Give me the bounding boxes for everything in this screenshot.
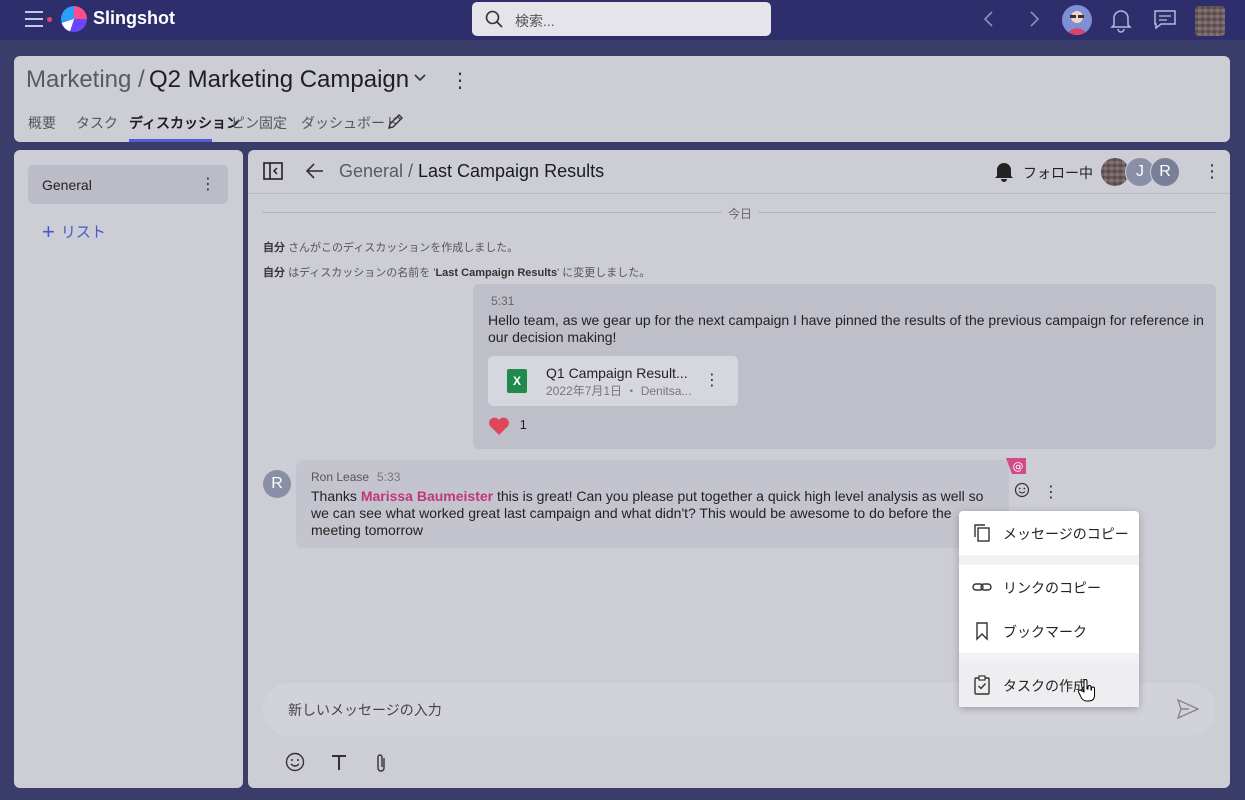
message-more-icon[interactable]: ⋮	[1043, 482, 1059, 502]
menu-item-label: タスクの作成	[1003, 678, 1087, 694]
menu-item-bookmark[interactable]: ブックマーク	[959, 609, 1139, 653]
menu-item-copy-message[interactable]: メッセージのコピー	[959, 511, 1139, 555]
collapse-sidebar-icon[interactable]	[263, 162, 283, 180]
participant-avatar-r[interactable]: R	[1150, 157, 1180, 187]
add-reaction-icon[interactable]	[1014, 482, 1030, 498]
discussion-sidebar: General ⋮ + リスト	[14, 150, 243, 788]
search-icon	[485, 10, 503, 28]
task-icon	[974, 675, 990, 695]
attachment-more-icon[interactable]: ⋮	[704, 370, 720, 390]
add-list-label: リスト	[60, 224, 106, 241]
edit-tabs-pencil-icon[interactable]	[387, 112, 405, 130]
discussion-breadcrumb[interactable]: General /	[339, 161, 413, 182]
emoji-icon[interactable]	[285, 752, 305, 772]
sidebar-item-general[interactable]: General ⋮	[28, 165, 228, 204]
menu-separator	[959, 653, 1139, 663]
send-icon[interactable]	[1177, 699, 1199, 719]
search-box[interactable]: 検索...	[472, 2, 771, 36]
slingshot-logo-icon	[61, 6, 87, 32]
menu-item-copy-link[interactable]: リンクのコピー	[959, 565, 1139, 609]
svg-text:@: @	[1013, 460, 1024, 473]
excel-file-icon: X	[507, 369, 527, 393]
bell-icon[interactable]	[1110, 7, 1132, 33]
tab-overview[interactable]: 概要	[28, 113, 56, 133]
breadcrumb-workspace[interactable]: Marketing	[26, 66, 131, 94]
search-placeholder: 検索...	[515, 13, 555, 29]
follow-status[interactable]: フォロー中	[1023, 163, 1093, 183]
menu-item-label: リンクのコピー	[1003, 580, 1101, 596]
user-avatar[interactable]	[1062, 5, 1092, 35]
tab-pinned[interactable]: ピン固定	[231, 113, 287, 133]
account-avatar[interactable]	[1195, 6, 1225, 36]
heart-icon	[489, 417, 509, 435]
copy-icon	[974, 524, 990, 542]
chevron-down-icon[interactable]	[414, 73, 426, 83]
reply-message: Ron Lease 5:33 Thanks Marissa Baumeister …	[296, 460, 1009, 548]
project-header: Marketing / Q2 Marketing Campaign ⋮ 概要 タ…	[14, 56, 1230, 142]
menu-item-create-task[interactable]: タスクの作成	[959, 663, 1139, 707]
tab-discussion[interactable]: ディスカッション	[129, 113, 240, 133]
back-arrow-icon[interactable]	[305, 161, 325, 181]
following-bell-icon[interactable]	[994, 161, 1014, 182]
sidebar-item-label: General	[42, 177, 92, 193]
discussion-header: General / Last Campaign Results フォロー中 J …	[248, 150, 1230, 194]
breadcrumb-separator: /	[138, 66, 145, 93]
system-message: 自分 さんがこのディスカッションを作成しました。	[263, 242, 519, 254]
page-title[interactable]: Q2 Marketing Campaign	[149, 66, 409, 94]
message-text: Thanks Marissa Baumeister this is great!…	[311, 488, 984, 538]
discussion-title: Last Campaign Results	[418, 161, 605, 181]
reaction-count: 1	[519, 417, 527, 433]
system-message: 自分 はディスカッションの名前を 'Last Campaign Results'…	[263, 267, 651, 279]
hand-cursor-icon	[1078, 679, 1095, 702]
link-icon	[972, 583, 992, 591]
plus-icon: +	[42, 219, 55, 244]
date-divider-label: 今日	[722, 205, 759, 222]
forward-nav-icon[interactable]	[1027, 7, 1041, 31]
mention-badge-icon: @	[1006, 458, 1026, 474]
message-author-line: Ron Lease 5:33	[311, 470, 401, 484]
hamburger-menu-icon[interactable]	[25, 11, 43, 27]
sidebar-item-more-icon[interactable]: ⋮	[200, 174, 216, 194]
menu-item-label: メッセージのコピー	[1003, 526, 1129, 542]
discussion-more-icon[interactable]: ⋮	[1203, 161, 1221, 182]
own-message: 5:31 Hello team, as we gear up for the n…	[473, 284, 1216, 449]
attachment-name: Q1 Campaign Result...	[546, 365, 688, 381]
message-context-menu: メッセージのコピー リンクのコピー ブックマーク タスクの作成	[959, 511, 1139, 707]
message-time: 5:31	[491, 294, 515, 308]
back-nav-icon[interactable]	[982, 7, 996, 31]
notification-dot	[47, 17, 52, 22]
file-attachment[interactable]: X Q1 Campaign Result... 2022年7月1日 ・ Deni…	[488, 356, 738, 406]
composer-placeholder: 新しいメッセージの入力	[288, 702, 442, 718]
active-tab-indicator	[129, 139, 212, 142]
top-bar: Slingshot 検索...	[0, 0, 1245, 40]
user-mention[interactable]: Marissa Baumeister	[361, 488, 493, 504]
heart-reaction[interactable]: 1	[488, 416, 527, 436]
menu-separator	[959, 555, 1139, 565]
app-name: Slingshot	[93, 8, 175, 28]
project-more-icon[interactable]: ⋮	[450, 68, 470, 93]
message-text: Hello team, as we gear up for the next c…	[488, 312, 1204, 345]
menu-item-label: ブックマーク	[1003, 624, 1087, 640]
add-list-button[interactable]: + リスト	[42, 217, 106, 244]
avatar[interactable]: R	[263, 470, 291, 498]
attach-icon[interactable]	[373, 752, 389, 774]
tab-dashboard[interactable]: ダッシュボード	[301, 113, 399, 133]
attachment-meta: 2022年7月1日 ・ Denitsa...	[546, 384, 692, 398]
text-format-icon[interactable]	[330, 752, 348, 772]
chat-icon[interactable]	[1153, 7, 1177, 31]
bookmark-icon	[976, 622, 988, 641]
tab-tasks[interactable]: タスク	[76, 113, 118, 133]
